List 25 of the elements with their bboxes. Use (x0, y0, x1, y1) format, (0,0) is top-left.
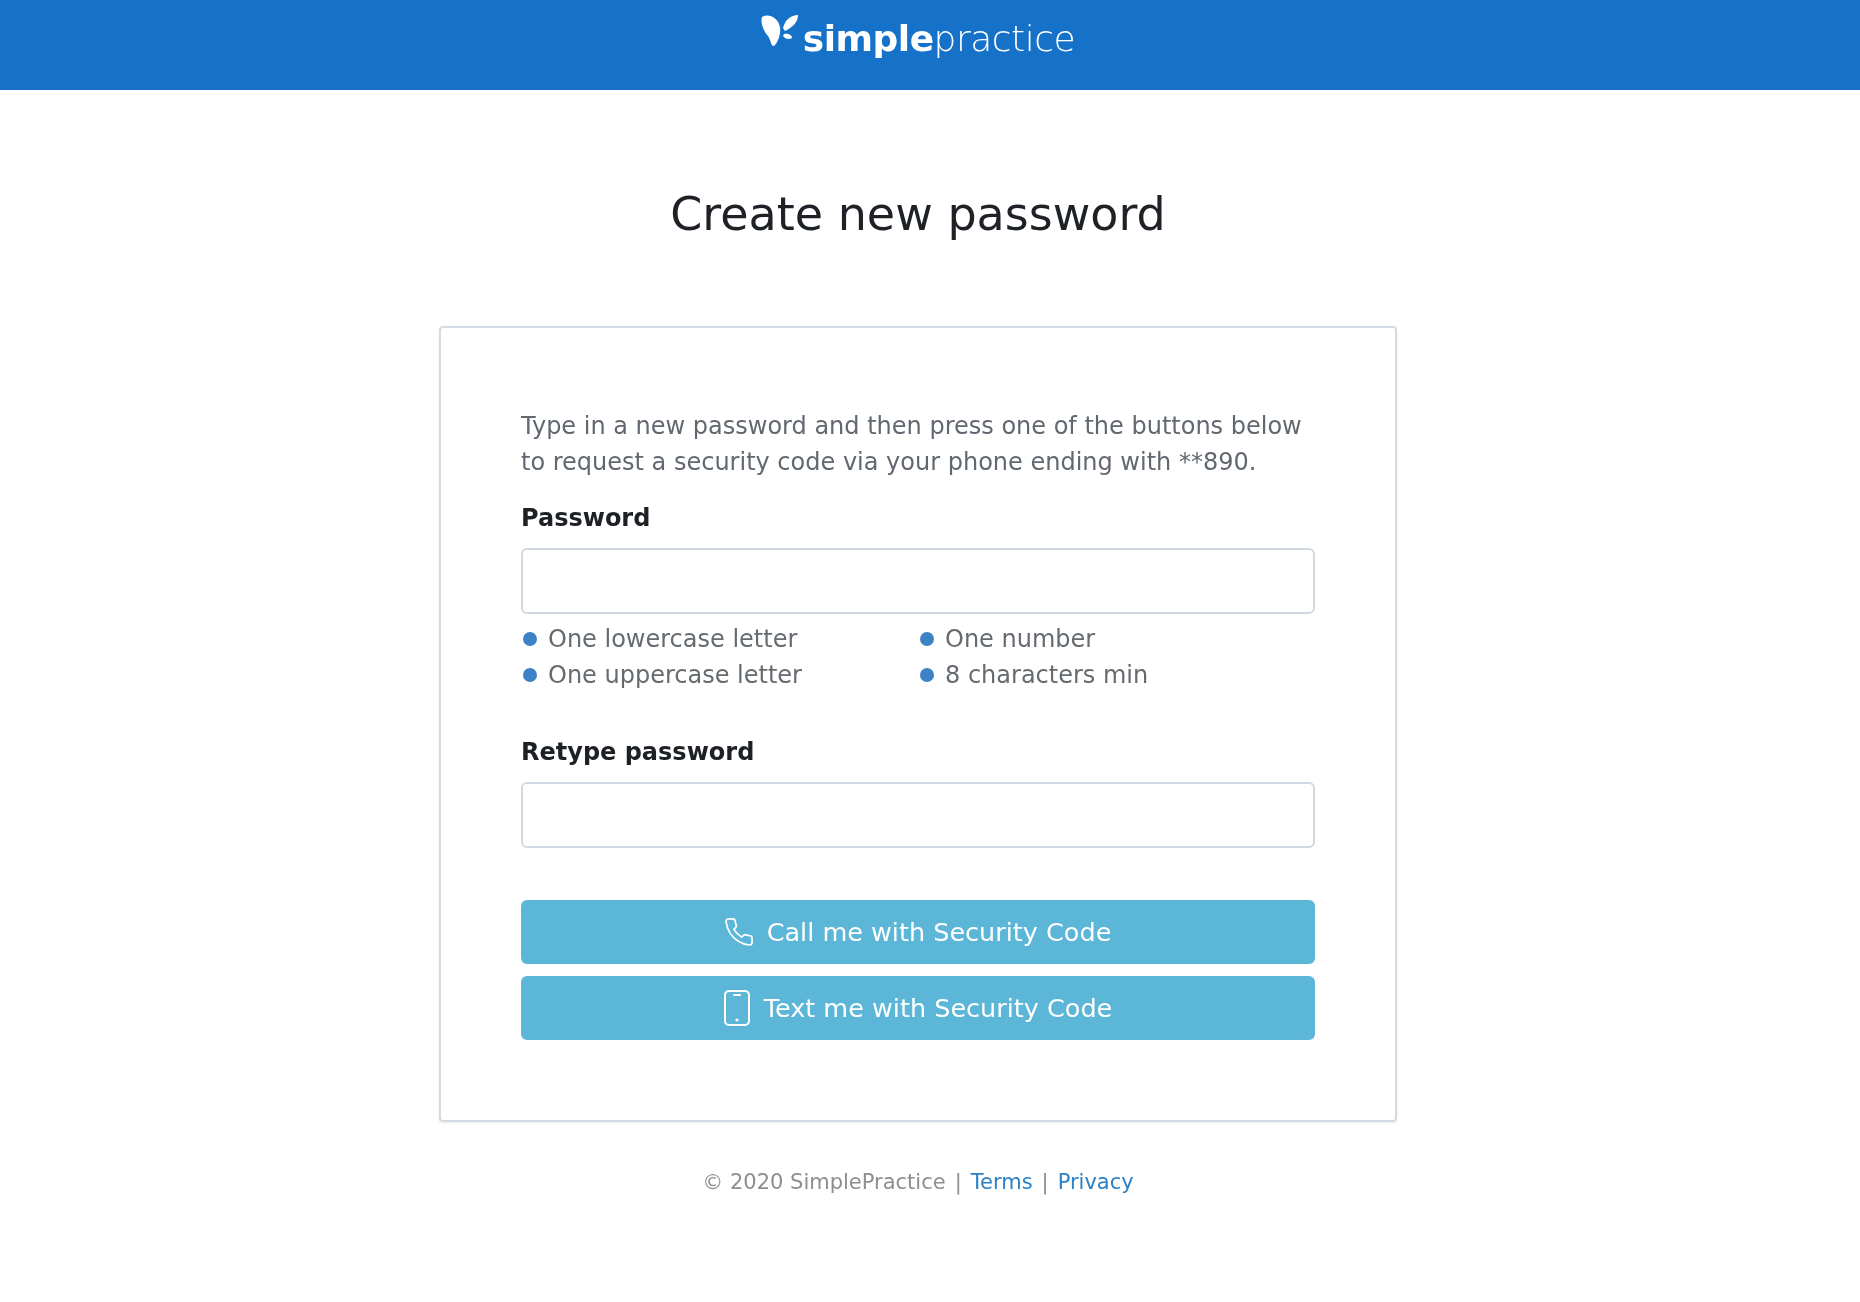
call-security-code-button[interactable]: Call me with Security Code (521, 900, 1315, 964)
requirement-text: One uppercase letter (548, 661, 802, 689)
input-field[interactable] (521, 782, 1315, 848)
input-field[interactable] (521, 548, 1315, 614)
field-label: Password (521, 503, 652, 533)
phone-icon (724, 918, 753, 946)
bullet-dot-icon (523, 668, 537, 682)
copyright-text: © 2020 SimplePractice (702, 1169, 946, 1196)
requirement-text: 8 characters min (945, 661, 1149, 689)
separator: | (954, 1169, 962, 1197)
footer-link[interactable]: Terms (970, 1167, 1033, 1197)
bullet-dot-icon (920, 668, 934, 682)
butterfly-icon (760, 14, 799, 48)
logo-wordmark: simplepractice (802, 17, 1076, 61)
page-title: Create new password (670, 186, 1166, 242)
text-security-code-button[interactable]: Text me with Security Code (521, 976, 1315, 1040)
instructions-text: Type in a new password and then press one of the buttons below to request a security code via your phone ending with **890. (521, 411, 1303, 478)
footer-link[interactable]: Privacy (1057, 1167, 1134, 1197)
smartphone-icon (723, 990, 750, 1026)
requirement-text: One lowercase letter (548, 625, 798, 653)
bullet-dot-icon (920, 632, 934, 646)
requirement-text: One number (945, 625, 1096, 653)
bullet-dot-icon (523, 632, 537, 646)
field-label: Retype password (521, 737, 756, 767)
separator: | (1041, 1169, 1049, 1197)
